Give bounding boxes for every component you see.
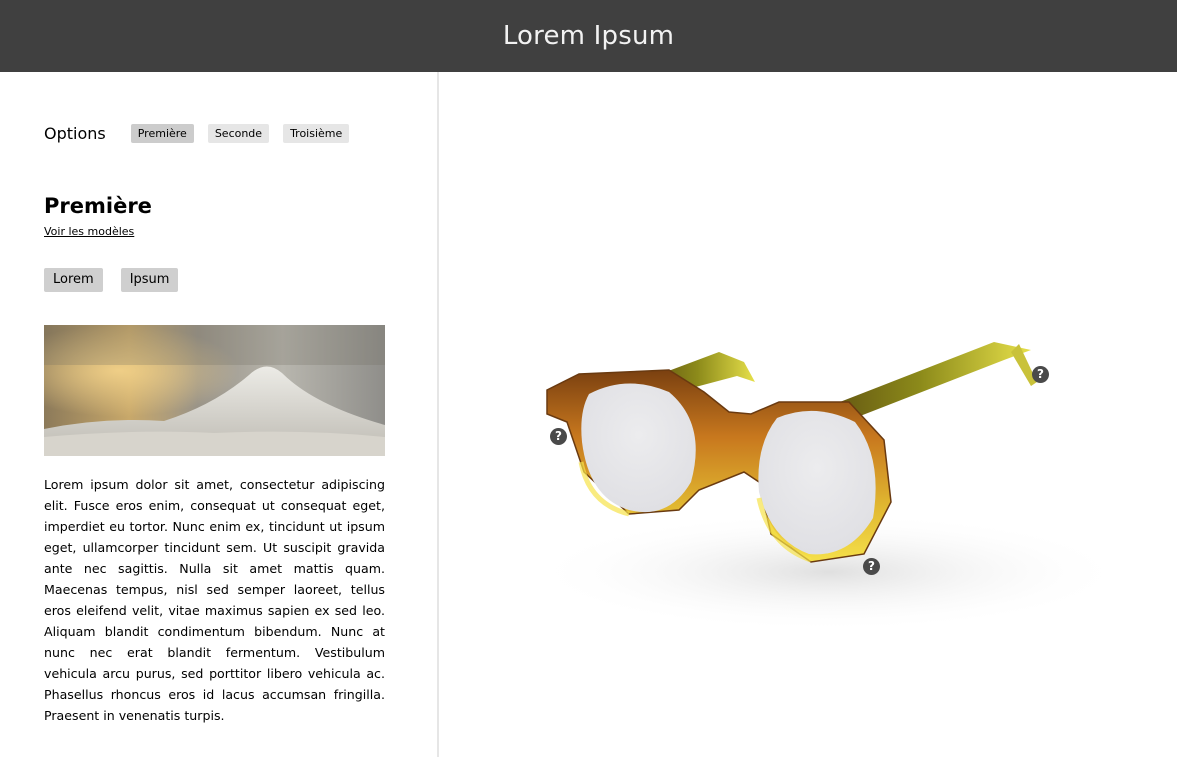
help-icon[interactable]: ?	[1032, 366, 1049, 383]
lorem-button[interactable]: Lorem	[44, 268, 103, 292]
material-photo	[44, 325, 385, 456]
app-title: Lorem Ipsum	[502, 21, 675, 51]
help-icon[interactable]: ?	[863, 558, 880, 575]
help-icon[interactable]: ?	[550, 428, 567, 445]
ipsum-button[interactable]: Ipsum	[120, 268, 179, 292]
glasses-model[interactable]	[519, 322, 1129, 642]
view-models-link[interactable]: Voir les modèles	[44, 225, 134, 238]
left-panel: Options Première Seconde Troisième Premi…	[0, 72, 437, 757]
options-label: Options	[44, 123, 106, 143]
header-bar: Lorem Ipsum	[0, 0, 1177, 72]
viewer-panel: ? ? ?	[439, 72, 1177, 757]
section-title: Première	[44, 194, 152, 218]
options-row: Options Première Seconde Troisième	[44, 122, 363, 144]
option-chip-seconde[interactable]: Seconde	[207, 123, 270, 143]
description-text: Lorem ipsum dolor sit amet, consectetur …	[44, 477, 385, 723]
option-chip-troisieme[interactable]: Troisième	[283, 123, 350, 143]
option-chip-premiere[interactable]: Première	[130, 123, 194, 143]
button-row: Lorem Ipsum	[44, 268, 196, 292]
